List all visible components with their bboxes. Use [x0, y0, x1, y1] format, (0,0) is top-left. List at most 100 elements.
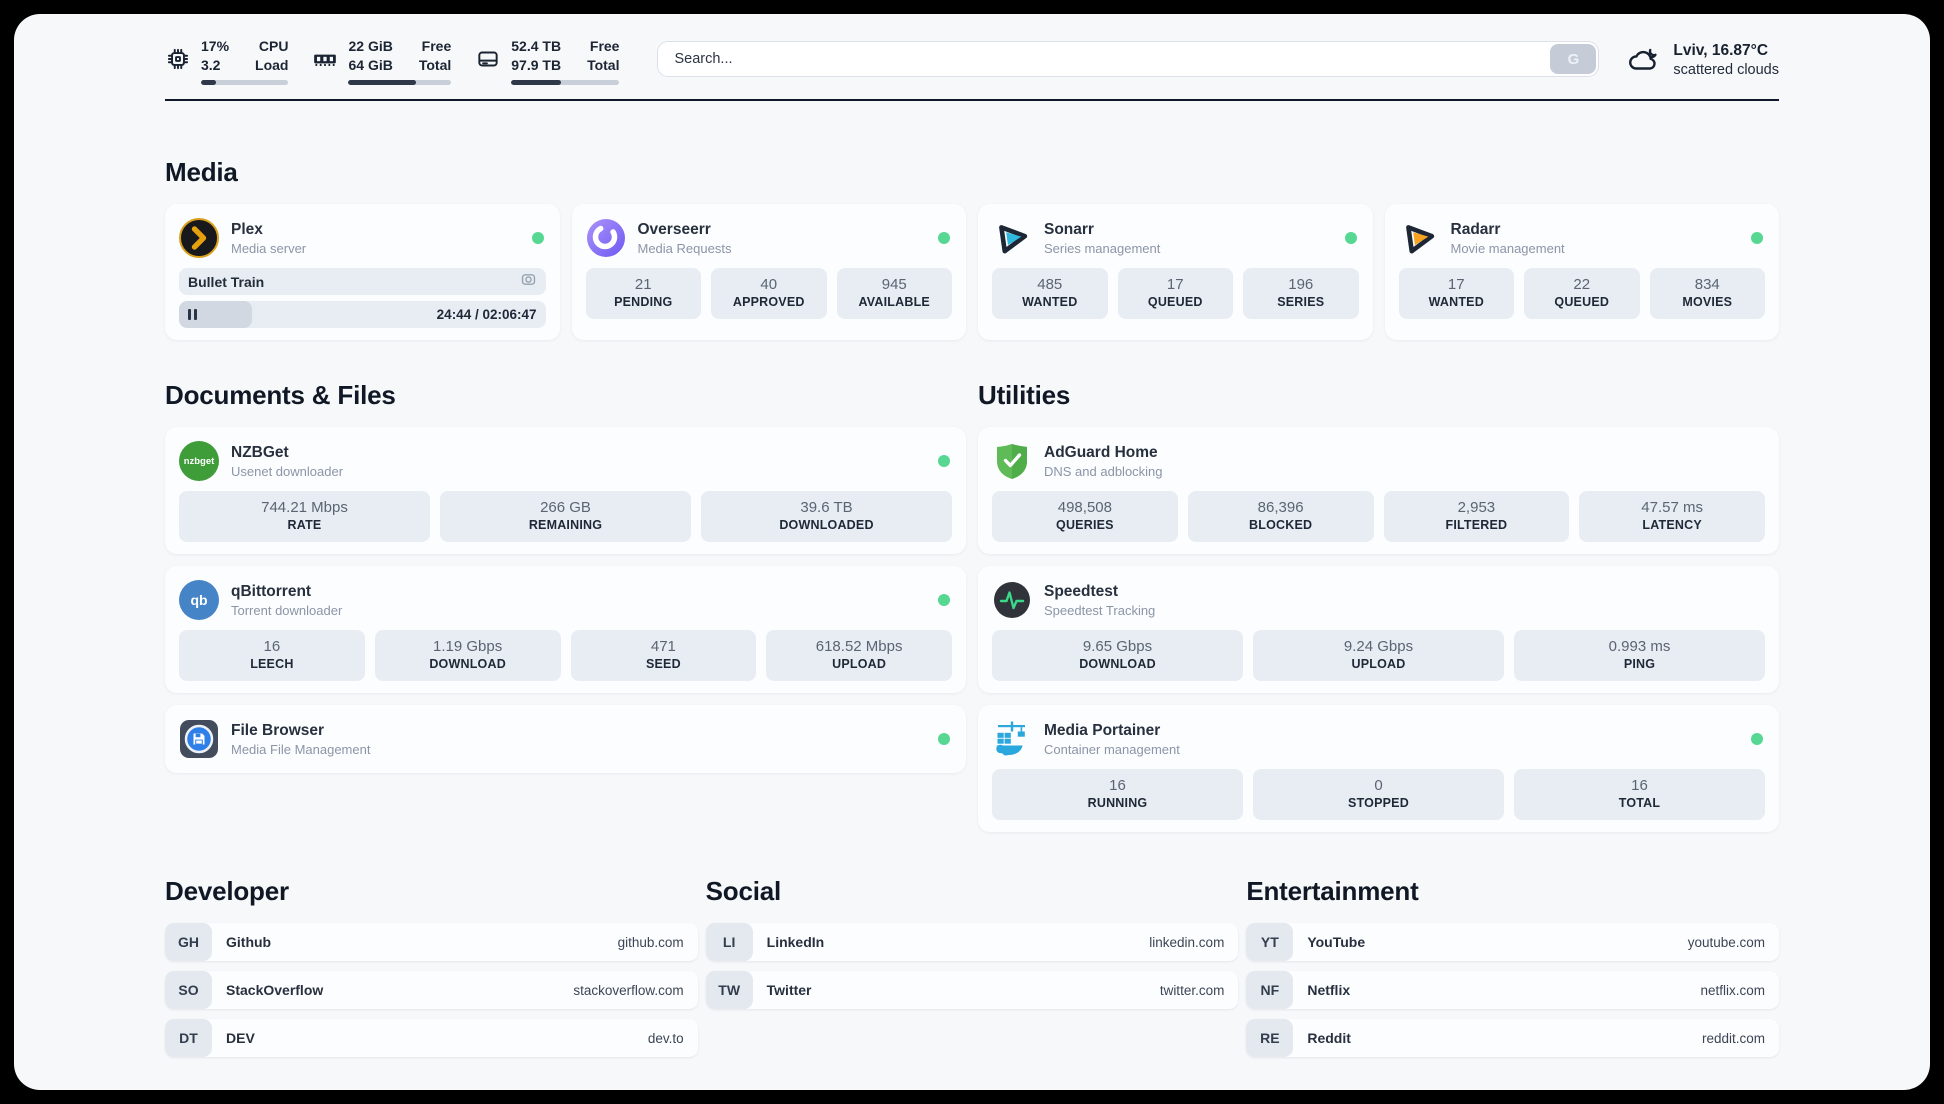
app-card-overseerr[interactable]: Overseerr Media Requests 21 PENDING 40 A… [571, 204, 966, 340]
stat-blocked: 86,396 BLOCKED [1187, 491, 1374, 542]
app-name: NZBGet [231, 443, 289, 461]
section-title-documents: Documents & Files [165, 380, 396, 410]
adguard-icon [992, 441, 1032, 481]
app-card-adguard[interactable]: AdGuard Home DNS and adblocking 498,508 … [978, 427, 1779, 554]
search-box: G [657, 41, 1600, 77]
link-abbr-badge: RE [1246, 1019, 1294, 1057]
stat-stopped: 0 STOPPED [1253, 769, 1504, 820]
stat-available: 945 AVAILABLE [836, 268, 952, 319]
link-youtube[interactable]: YT YouTube youtube.com [1246, 923, 1779, 961]
hard-drive-icon [475, 46, 501, 72]
link-abbr-badge: GH [165, 923, 212, 961]
app-name: Radarr [1450, 220, 1501, 238]
speedtest-icon [992, 580, 1032, 620]
app-card-speedtest[interactable]: Speedtest Speedtest Tracking 9.65 Gbps D… [978, 566, 1779, 693]
section-title-developer: Developer [165, 876, 289, 906]
topbar-divider [165, 99, 1779, 101]
app-name: AdGuard Home [1044, 443, 1158, 461]
link-url: github.com [617, 934, 684, 950]
pause-icon [188, 309, 197, 320]
memory-widget: 22 GiB Free 64 GiB Total [312, 38, 452, 85]
memory-free-value: 22 GiB [348, 38, 393, 54]
status-dot [1344, 232, 1357, 244]
app-subtitle: Series management [1044, 240, 1161, 256]
stat-pending: 21 PENDING [585, 268, 701, 319]
now-playing-title: Bullet Train [188, 273, 265, 290]
stat-queued: 22 QUEUED [1524, 268, 1640, 319]
memory-label-top: Free [421, 38, 452, 54]
stat-upload: 618.52 Mbps UPLOAD [766, 630, 952, 681]
stat-leech: 16 LEECH [179, 630, 365, 681]
app-name: Speedtest [1044, 582, 1119, 600]
app-subtitle: Container management [1044, 741, 1180, 757]
app-subtitle: Media File Management [231, 741, 371, 757]
app-card-qbittorrent[interactable]: qb qBittorrent Torrent downloader 16 LEE… [165, 566, 966, 693]
media-card-row: Plex Media server Bullet Train 24:44 / 0… [165, 204, 1779, 340]
app-name: Sonarr [1044, 220, 1094, 238]
link-linkedin[interactable]: LI LinkedIn linkedin.com [705, 923, 1239, 961]
app-card-plex[interactable]: Plex Media server Bullet Train 24:44 / 0… [165, 204, 560, 340]
video-icon [520, 271, 537, 293]
status-dot [531, 232, 544, 244]
cpu-percent: 17% [201, 38, 230, 54]
link-twitter[interactable]: TW Twitter twitter.com [705, 971, 1239, 1009]
link-url: twitter.com [1159, 982, 1225, 998]
app-name: Media Portainer [1044, 721, 1161, 739]
utilities-column: AdGuard Home DNS and adblocking 498,508 … [978, 427, 1779, 832]
link-url: linkedin.com [1149, 934, 1225, 950]
playback-progress-bar: 24:44 / 02:06:47 [179, 301, 546, 328]
link-stackoverflow[interactable]: SO StackOverflow stackoverflow.com [165, 971, 698, 1009]
stat-series: 196 SERIES [1243, 268, 1359, 319]
app-subtitle: Movie management [1450, 240, 1565, 256]
app-subtitle: Speedtest Tracking [1044, 602, 1156, 618]
app-card-portainer[interactable]: Media Portainer Container management 16 … [978, 705, 1779, 832]
link-github[interactable]: GH Github github.com [165, 923, 698, 961]
app-card-radarr[interactable]: Radarr Movie management 17 WANTED 22 QUE… [1384, 204, 1779, 340]
stat-rate: 744.21 Mbps RATE [179, 491, 430, 542]
search-engine-button[interactable]: G [1550, 44, 1597, 74]
memory-usage-bar [348, 80, 452, 85]
developer-links-column: GH Github github.com SO StackOverflow st… [165, 923, 698, 1067]
section-title-utilities: Utilities [978, 380, 1071, 410]
cpu-label-top: CPU [258, 38, 289, 54]
link-url: youtube.com [1687, 934, 1765, 950]
app-name: qBittorrent [231, 582, 312, 600]
search-input[interactable] [660, 51, 1551, 67]
link-abbr-badge: DT [165, 1019, 212, 1057]
section-title-entertainment: Entertainment [1246, 876, 1419, 906]
app-subtitle: Usenet downloader [231, 463, 344, 479]
ram-icon [312, 46, 338, 72]
status-dot [1751, 733, 1763, 745]
cpu-label-bottom: Load [255, 57, 289, 73]
link-url: stackoverflow.com [573, 982, 684, 998]
link-name: StackOverflow [226, 982, 324, 998]
app-subtitle: Media server [231, 240, 307, 256]
stat-filtered: 2,953 FILTERED [1383, 491, 1570, 542]
stat-wanted: 485 WANTED [992, 268, 1108, 319]
entertainment-links-column: YT YouTube youtube.com NF Netflix netfli… [1246, 923, 1779, 1067]
plex-icon [179, 218, 219, 258]
nzbget-icon: nzbget [179, 441, 219, 481]
link-name: LinkedIn [766, 934, 825, 950]
link-netflix[interactable]: NF Netflix netflix.com [1246, 971, 1779, 1009]
cloud-icon [1627, 45, 1661, 75]
storage-widget: 52.4 TB Free 97.9 TB Total [475, 38, 620, 85]
app-card-sonarr[interactable]: Sonarr Series management 485 WANTED 17 Q… [978, 204, 1373, 340]
link-reddit[interactable]: RE Reddit reddit.com [1246, 1019, 1779, 1057]
weather-condition: scattered clouds [1673, 62, 1779, 78]
status-dot [1751, 232, 1763, 244]
link-name: YouTube [1307, 934, 1366, 950]
link-dev[interactable]: DT DEV dev.to [165, 1019, 698, 1057]
link-name: Github [226, 934, 272, 950]
stat-download: 1.19 Gbps DOWNLOAD [374, 630, 561, 681]
cpu-usage-bar [201, 80, 289, 85]
stat-upload: 9.24 Gbps UPLOAD [1253, 630, 1504, 681]
link-name: Twitter [766, 982, 812, 998]
weather-location-temp: Lviv, 16.87°C [1673, 42, 1769, 59]
middle-headings-row: Documents & Files Utilities [165, 340, 1779, 427]
status-dot [938, 594, 950, 606]
playback-time: 24:44 / 02:06:47 [436, 307, 537, 322]
app-card-nzbget[interactable]: nzbget NZBGet Usenet downloader 744.21 M… [165, 427, 966, 554]
stat-download: 9.65 Gbps DOWNLOAD [992, 630, 1243, 681]
app-card-filebrowser[interactable]: File Browser Media File Management [165, 705, 966, 773]
